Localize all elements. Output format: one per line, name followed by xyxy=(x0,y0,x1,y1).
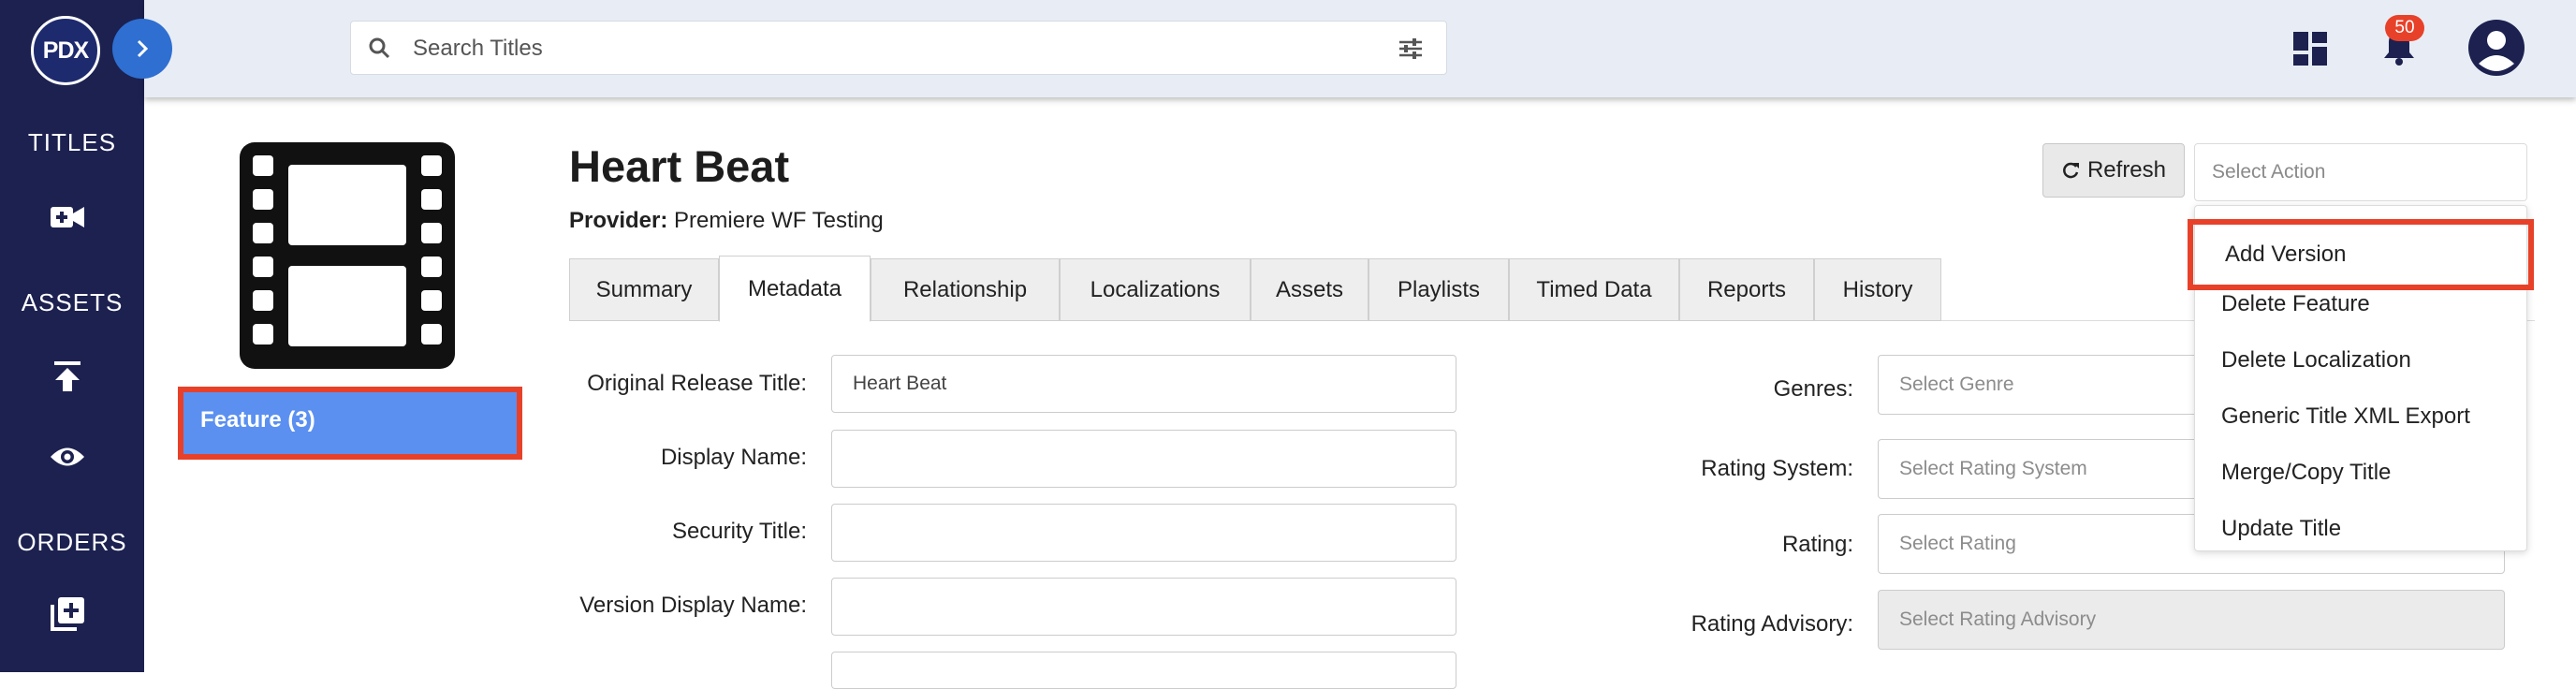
display-name-field[interactable] xyxy=(831,430,1456,488)
provider-label: Provider: xyxy=(569,208,668,233)
rating-advisory-select: Select Rating Advisory xyxy=(1878,590,2505,650)
action-menu: Add Version Delete Feature Delete Locali… xyxy=(2188,205,2534,551)
provider-value: Premiere WF Testing xyxy=(674,208,884,233)
menu-item-update-title[interactable]: Update Title xyxy=(2195,502,2528,556)
original-release-title-field[interactable]: Heart Beat xyxy=(831,355,1456,413)
pdx-logo[interactable]: PDX xyxy=(31,16,100,85)
upload-icon[interactable] xyxy=(47,356,88,397)
refresh-icon xyxy=(2063,162,2079,179)
refresh-label: Refresh xyxy=(2086,157,2167,183)
film-strip-icon xyxy=(240,142,455,369)
top-bar xyxy=(144,0,2576,97)
security-title-label: Security Title: xyxy=(671,519,807,544)
nav-section-assets: ASSETS xyxy=(21,288,124,316)
filter-sliders-icon[interactable] xyxy=(1398,37,1424,60)
menu-item-merge-copy-title[interactable]: Merge/Copy Title xyxy=(2195,446,2528,500)
rating-system-label: Rating System: xyxy=(1701,456,1853,481)
expand-sidebar-button[interactable] xyxy=(112,19,172,79)
side-navigation: PDX TITLES ASSETS ORDERS xyxy=(0,0,144,672)
nav-section-titles: TITLES xyxy=(27,128,117,156)
feature-count-badge[interactable]: Feature (3) xyxy=(178,387,522,460)
nav-section-orders: ORDERS xyxy=(17,528,127,556)
tab-relationship[interactable]: Relationship xyxy=(871,258,1060,321)
dashboard-icon[interactable] xyxy=(2293,32,2327,70)
tab-reports[interactable]: Reports xyxy=(1679,258,1814,321)
user-avatar-icon[interactable] xyxy=(2467,19,2525,81)
genres-label: Genres: xyxy=(1773,376,1853,402)
eye-icon[interactable] xyxy=(47,436,88,477)
chevron-right-icon xyxy=(137,39,149,58)
search-box xyxy=(350,21,1447,76)
original-release-title-label: Original Release Title: xyxy=(587,371,807,396)
search-input[interactable] xyxy=(411,22,1351,76)
library-add-icon[interactable] xyxy=(47,594,88,635)
notification-count-badge: 50 xyxy=(2385,15,2424,41)
display-name-label: Display Name: xyxy=(660,445,807,470)
refresh-button[interactable]: Refresh xyxy=(2042,143,2185,198)
search-icon xyxy=(369,37,390,59)
tab-history[interactable]: History xyxy=(1814,258,1941,321)
tab-metadata[interactable]: Metadata xyxy=(719,256,871,322)
rating-label: Rating: xyxy=(1781,532,1853,557)
tab-timed-data[interactable]: Timed Data xyxy=(1509,258,1679,321)
version-display-name-label: Version Display Name: xyxy=(579,593,807,618)
menu-item-delete-feature[interactable]: Delete Feature xyxy=(2195,277,2528,331)
menu-item-generic-title-xml-export[interactable]: Generic Title XML Export xyxy=(2195,389,2528,444)
security-title-field[interactable] xyxy=(831,504,1456,562)
video-add-icon[interactable] xyxy=(47,197,88,238)
menu-item-delete-localization[interactable]: Delete Localization xyxy=(2195,333,2528,388)
tab-summary[interactable]: Summary xyxy=(569,258,719,321)
page-title: Heart Beat xyxy=(569,141,790,191)
logo-text: PDX xyxy=(42,37,89,64)
provider-line: Provider: Premiere WF Testing xyxy=(569,208,884,234)
tab-playlists[interactable]: Playlists xyxy=(1368,258,1509,321)
version-display-name-field[interactable] xyxy=(831,578,1456,636)
next-form-field[interactable] xyxy=(831,652,1456,689)
select-action-dropdown[interactable]: Select Action xyxy=(2194,143,2527,201)
tab-assets[interactable]: Assets xyxy=(1251,258,1368,321)
rating-advisory-label: Rating Advisory: xyxy=(1690,611,1853,637)
tab-localizations[interactable]: Localizations xyxy=(1060,258,1251,321)
